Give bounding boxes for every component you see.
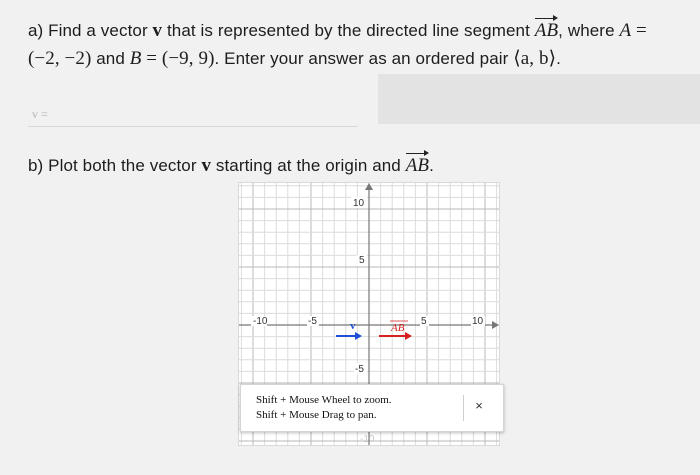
point-b-value: = (−9, 9) [141,48,215,69]
answer-label: v = [32,107,48,121]
ab-vector-symbol-b: AB [405,150,430,176]
ordered-pair-format: ⟨a, b⟩ [513,48,557,69]
instruction-text: . Enter your answer as an ordered pair [214,49,514,68]
legend-v-arrow-icon[interactable] [355,332,362,340]
period-b: . [429,156,434,175]
b-variable: B [129,48,142,69]
question-b-text: b) Plot both the vector [28,156,202,175]
x-axis-arrow-icon [492,321,499,329]
y-tick-neg5: -5 [355,364,364,375]
equals-sign: = [631,20,647,41]
question-a-text: a) Find a vector [28,21,153,40]
x-tick-neg10: -10 [253,316,268,327]
v-symbol-b: v [201,155,212,176]
x-tick-10: 10 [472,316,484,327]
question-a-line2: (−2, −2) and B = (−9, 9). Enter your ans… [28,47,561,70]
question-b-text-mid: starting at the origin and [211,156,406,175]
answer-input-underline[interactable] [28,126,358,127]
y-tick-5: 5 [359,255,365,266]
point-a-value: (−2, −2) [28,48,92,69]
question-a-text-mid: that is represented by the directed line… [162,21,535,40]
tooltip-divider [463,395,464,421]
question-a-text-suffix: , where [558,21,620,40]
period: . [556,49,561,68]
and-text: and [91,49,130,68]
graph-help-tooltip: Shift + Mouse Wheel to zoom. Shift + Mou… [240,384,504,432]
y-tick-10: 10 [353,198,365,209]
y-tick-neg10-ghost: -10 [360,434,375,445]
ab-vector-symbol: AB [534,15,559,41]
zoom-hint: Shift + Mouse Wheel to zoom. [256,394,392,406]
y-axis-arrow-icon [365,183,373,190]
x-tick-neg5: -5 [308,316,317,327]
legend-v-label: v [350,320,356,332]
answer-input-field[interactable] [378,74,700,124]
question-a-line1: a) Find a vector v that is represented b… [28,15,647,42]
legend-ab-label: AB [390,322,405,334]
legend-ab-arrow-icon[interactable] [405,332,412,340]
question-b-line: b) Plot both the vector v starting at th… [28,150,434,177]
pan-hint: Shift + Mouse Drag to pan. [256,409,377,421]
close-icon[interactable]: × [471,398,487,413]
a-variable: A [619,20,632,41]
v-symbol: v [152,20,163,41]
x-tick-5: 5 [421,316,427,327]
